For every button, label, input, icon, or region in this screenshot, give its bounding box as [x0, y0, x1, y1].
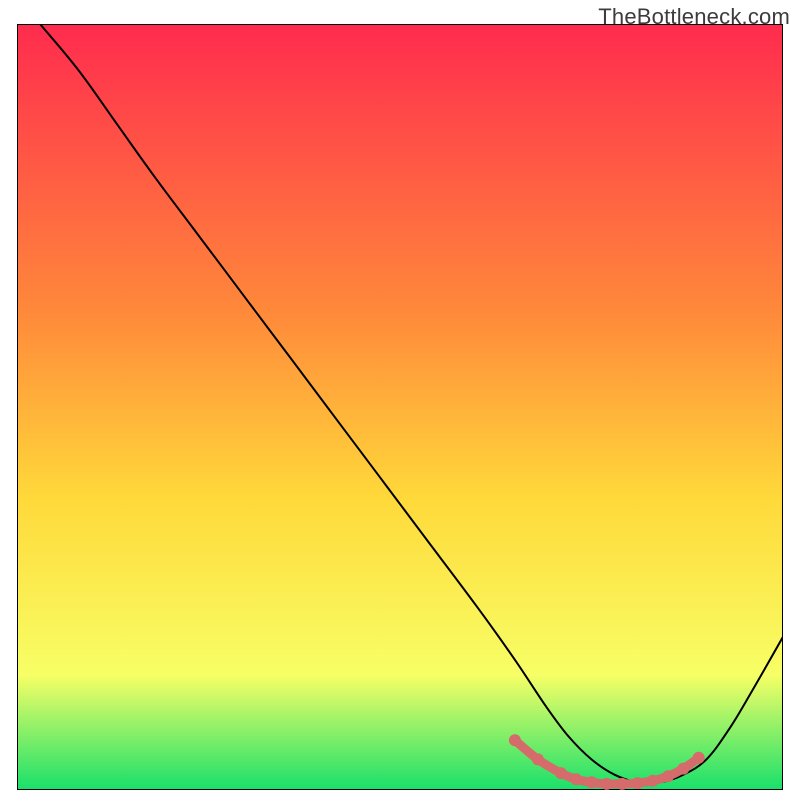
- highlighted-floor-dot: [632, 777, 644, 789]
- highlighted-floor-dot: [570, 773, 582, 785]
- chart-svg: [17, 24, 783, 790]
- highlighted-floor-dot: [586, 776, 598, 788]
- highlighted-floor-dot: [509, 734, 521, 746]
- gradient-background: [17, 24, 783, 790]
- plot-area: [17, 24, 783, 790]
- highlighted-floor-dot: [601, 778, 613, 790]
- highlighted-floor-dot: [555, 767, 567, 779]
- chart-frame: TheBottleneck.com: [0, 0, 800, 800]
- highlighted-floor-dot: [693, 752, 705, 764]
- highlighted-floor-dot: [616, 778, 628, 790]
- highlighted-floor-dot: [532, 753, 544, 765]
- highlighted-floor-dot: [647, 775, 659, 787]
- highlighted-floor-dot: [662, 770, 674, 782]
- highlighted-floor-dot: [677, 763, 689, 775]
